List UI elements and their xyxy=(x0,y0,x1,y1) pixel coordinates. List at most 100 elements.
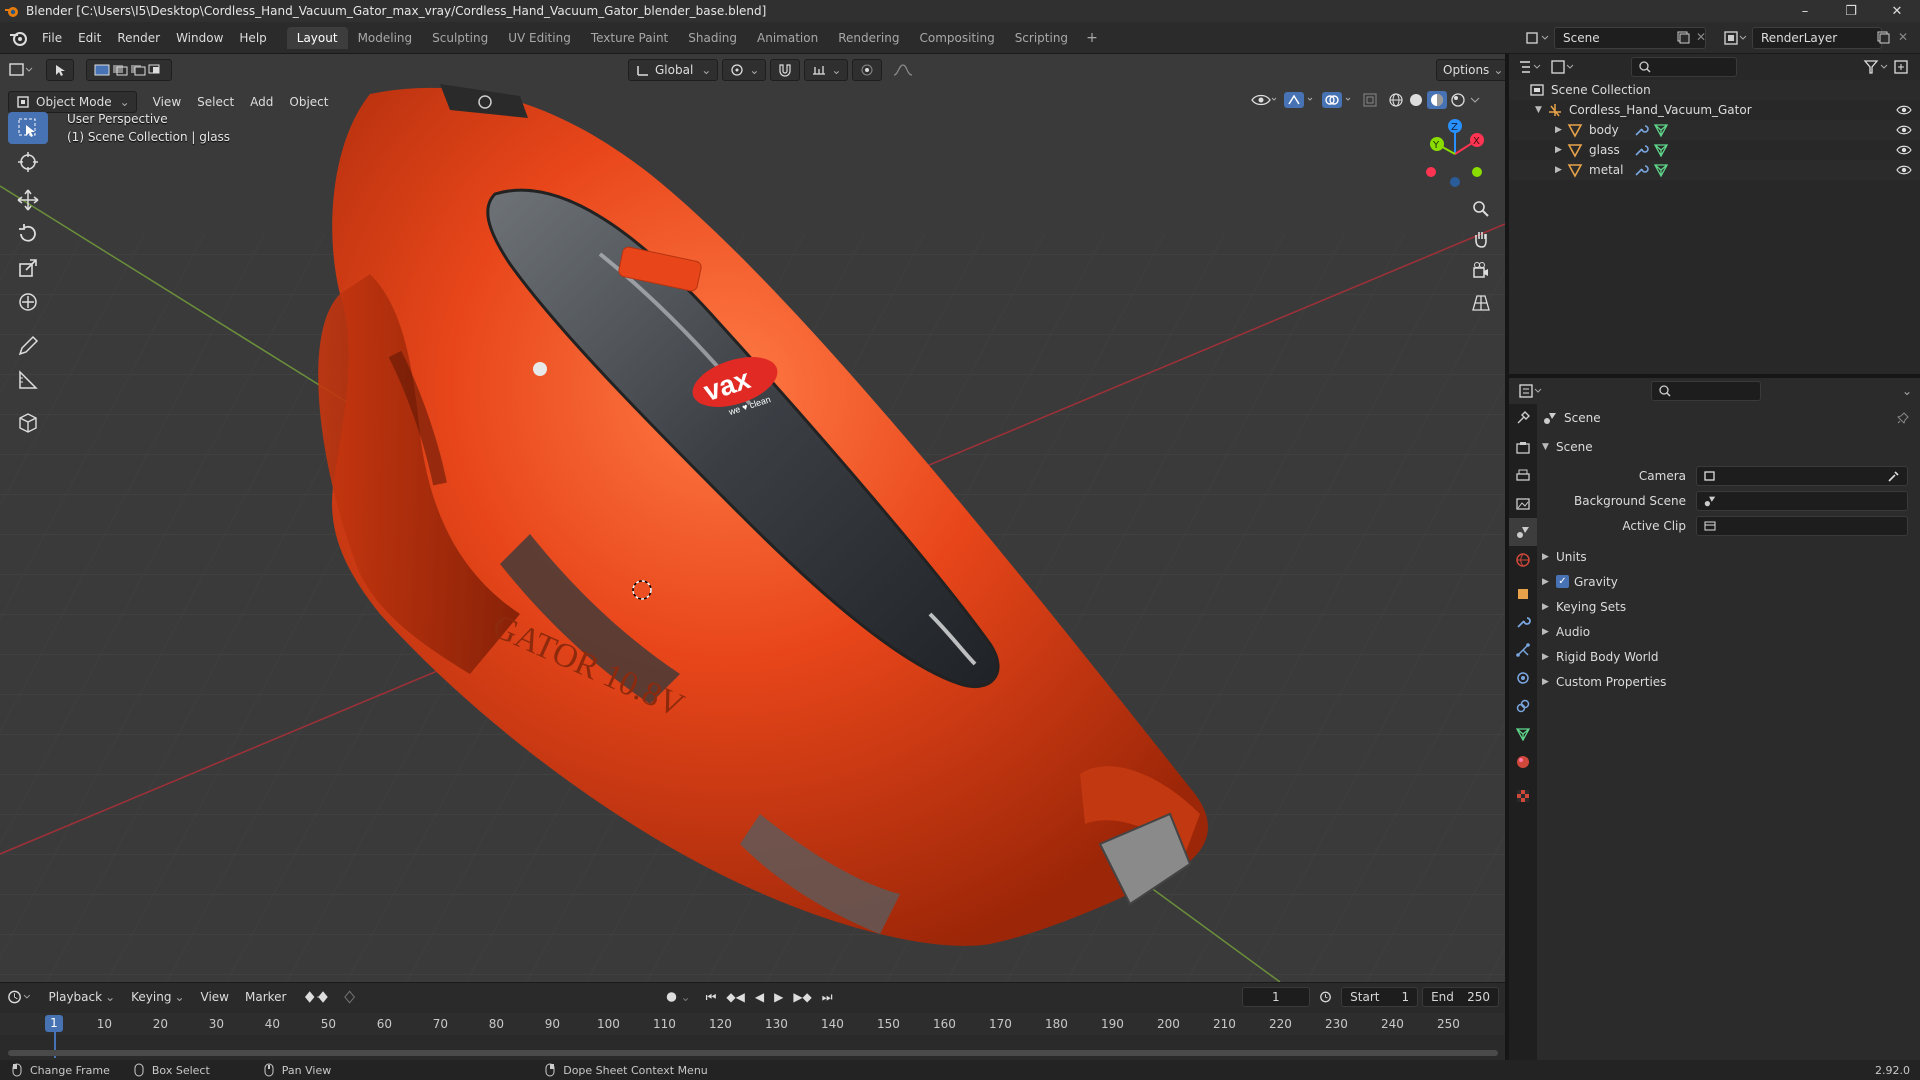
new-scene-icon[interactable] xyxy=(1676,30,1690,44)
display-mode-icon[interactable] xyxy=(1549,58,1579,76)
record-button-icon[interactable] xyxy=(662,989,681,1005)
tab-modeling[interactable]: Modeling xyxy=(348,27,423,49)
expand-arrow-icon[interactable]: ▼ xyxy=(1535,105,1547,115)
filter-icon[interactable] xyxy=(1862,58,1892,76)
clock-icon[interactable] xyxy=(1316,989,1335,1005)
keyframe-delete-icon[interactable] xyxy=(342,989,361,1005)
current-frame-field[interactable]: 1 xyxy=(1241,987,1311,1007)
play-icon[interactable]: ▶ xyxy=(774,990,783,1004)
delete-scene-icon[interactable]: ✕ xyxy=(1696,30,1706,44)
measure-tool[interactable] xyxy=(8,364,48,396)
outliner-row-collection[interactable]: ▼ Cordless_Hand_Vacuum_Gator xyxy=(1509,100,1920,120)
minimize-button[interactable]: – xyxy=(1782,0,1828,22)
gizmo-neg-x-handle[interactable] xyxy=(1426,167,1436,177)
new-collection-icon[interactable] xyxy=(1892,58,1912,76)
add-cube-tool[interactable] xyxy=(8,406,48,438)
jump-keyframe-forward-icon[interactable]: ▶◆ xyxy=(793,990,811,1004)
close-button[interactable]: ✕ xyxy=(1874,0,1920,22)
outliner-row-object-body[interactable]: ▶ body xyxy=(1509,120,1920,140)
tab-object[interactable] xyxy=(1509,580,1537,608)
properties-options-chevron-icon[interactable]: ⌄ xyxy=(1902,384,1912,398)
outliner-row-object-metal[interactable]: ▶ metal xyxy=(1509,160,1920,180)
visibility-eye-icon[interactable] xyxy=(1896,162,1912,178)
tab-data[interactable] xyxy=(1509,720,1537,748)
outliner-row-scene-collection[interactable]: Scene Collection xyxy=(1509,80,1920,100)
timeline-menu-view[interactable]: View xyxy=(195,986,235,1008)
expand-arrow-icon[interactable]: ▶ xyxy=(1555,165,1567,175)
tab-view-layer[interactable] xyxy=(1509,490,1537,518)
tab-constraints[interactable] xyxy=(1509,692,1537,720)
3d-viewport[interactable]: vax we ♥ clean GATOR 10.8V Global ⌄ ⌄ ⌄ … xyxy=(0,54,1505,982)
add-workspace-button[interactable]: + xyxy=(1078,30,1106,46)
menu-help[interactable]: Help xyxy=(231,22,274,54)
modifier-wrench-icon[interactable] xyxy=(1633,142,1649,158)
properties-editor-icon[interactable] xyxy=(1517,382,1547,400)
selection-mode-group[interactable] xyxy=(86,59,172,81)
overlays-toggle-icon[interactable] xyxy=(1320,91,1354,109)
eyedropper-icon[interactable] xyxy=(1887,469,1901,483)
view-layer-selector[interactable]: RenderLayer xyxy=(1752,27,1882,49)
tab-uv-editing[interactable]: UV Editing xyxy=(498,27,581,49)
record-dropdown-chevron-icon[interactable]: ⌄ xyxy=(681,990,691,1004)
visibility-eye-icon[interactable] xyxy=(1250,91,1278,109)
visibility-eye-icon[interactable] xyxy=(1896,142,1912,158)
expand-arrow-icon[interactable]: ▶ xyxy=(1555,125,1567,135)
mesh-data-icon[interactable] xyxy=(1653,142,1669,158)
select-tool-dropdown[interactable] xyxy=(46,59,74,81)
scene-icon[interactable] xyxy=(1524,28,1552,48)
active-clip-field[interactable] xyxy=(1696,515,1908,536)
perspective-toggle-button[interactable] xyxy=(1466,288,1496,318)
viewport-menu-add[interactable]: Add xyxy=(244,91,279,113)
scene-panel-header[interactable]: ▼ Scene xyxy=(1542,434,1920,459)
keying-sets-panel-header[interactable]: ▶ Keying Sets xyxy=(1542,594,1920,619)
annotate-tool[interactable] xyxy=(8,330,48,362)
options-dropdown[interactable]: Options ⌄ xyxy=(1436,59,1505,81)
gizmo-neg-z-handle[interactable] xyxy=(1450,177,1460,187)
viewport-menu-object[interactable]: Object xyxy=(283,91,334,113)
visibility-eye-icon[interactable] xyxy=(1896,102,1912,118)
gizmo-neg-y-handle[interactable] xyxy=(1472,167,1482,177)
shading-rendered-icon[interactable] xyxy=(1448,91,1468,109)
outliner-search-input[interactable] xyxy=(1631,57,1737,77)
mesh-data-icon[interactable] xyxy=(1653,162,1669,178)
navigation-gizmo[interactable]: Z X Y xyxy=(1415,114,1495,194)
jump-start-icon[interactable]: ⏮ xyxy=(706,990,717,1005)
outliner-editor-icon[interactable] xyxy=(1517,58,1545,76)
select-box-tool[interactable] xyxy=(8,112,48,144)
expand-arrow-icon[interactable]: ▶ xyxy=(1555,145,1567,155)
modifier-wrench-icon[interactable] xyxy=(1633,162,1649,178)
tab-scene[interactable] xyxy=(1509,518,1537,546)
tab-rendering[interactable]: Rendering xyxy=(828,27,909,49)
tab-render[interactable] xyxy=(1509,434,1537,462)
pin-icon[interactable] xyxy=(1896,411,1910,425)
gizmo-toggle-icon[interactable] xyxy=(1282,91,1316,109)
transform-tool[interactable] xyxy=(8,286,48,318)
timeline-menu-keying[interactable]: Keying ⌄ xyxy=(125,986,190,1008)
snap-toggle[interactable] xyxy=(770,59,801,81)
extend-selection-icon[interactable] xyxy=(111,63,129,77)
shading-wireframe-icon[interactable] xyxy=(1386,91,1406,109)
tab-physics[interactable] xyxy=(1509,664,1537,692)
pan-button[interactable] xyxy=(1466,224,1496,254)
tab-world[interactable] xyxy=(1509,546,1537,574)
units-panel-header[interactable]: ▶ Units xyxy=(1542,544,1920,569)
delete-view-layer-icon[interactable]: ✕ xyxy=(1898,30,1908,44)
play-reverse-icon[interactable]: ◀ xyxy=(755,990,764,1004)
gravity-panel-header[interactable]: ▶ ✓ Gravity xyxy=(1542,569,1920,594)
menu-edit[interactable]: Edit xyxy=(70,22,109,54)
tab-modifiers[interactable] xyxy=(1509,608,1537,636)
cursor-tool[interactable] xyxy=(8,146,48,178)
tab-sculpting[interactable]: Sculpting xyxy=(422,27,498,49)
falloff-dropdown[interactable] xyxy=(886,59,924,81)
shading-solid-icon[interactable] xyxy=(1406,91,1426,109)
shading-material-icon[interactable] xyxy=(1426,91,1448,109)
timeline-editor-icon[interactable] xyxy=(6,988,35,1006)
pivot-point-dropdown[interactable]: ⌄ xyxy=(722,59,767,81)
tab-output[interactable] xyxy=(1509,462,1537,490)
timeline-menu-marker[interactable]: Marker xyxy=(239,986,292,1008)
timeline-ruler[interactable]: 10 20 30 40 50 60 70 80 90 100 110 120 130 140 150 160 1… xyxy=(0,1013,1505,1058)
jump-end-icon[interactable]: ⏭ xyxy=(822,990,833,1005)
playhead-frame-indicator[interactable]: 1 xyxy=(45,1015,63,1032)
tab-compositing[interactable]: Compositing xyxy=(909,27,1004,49)
properties-search-input[interactable] xyxy=(1651,381,1761,401)
